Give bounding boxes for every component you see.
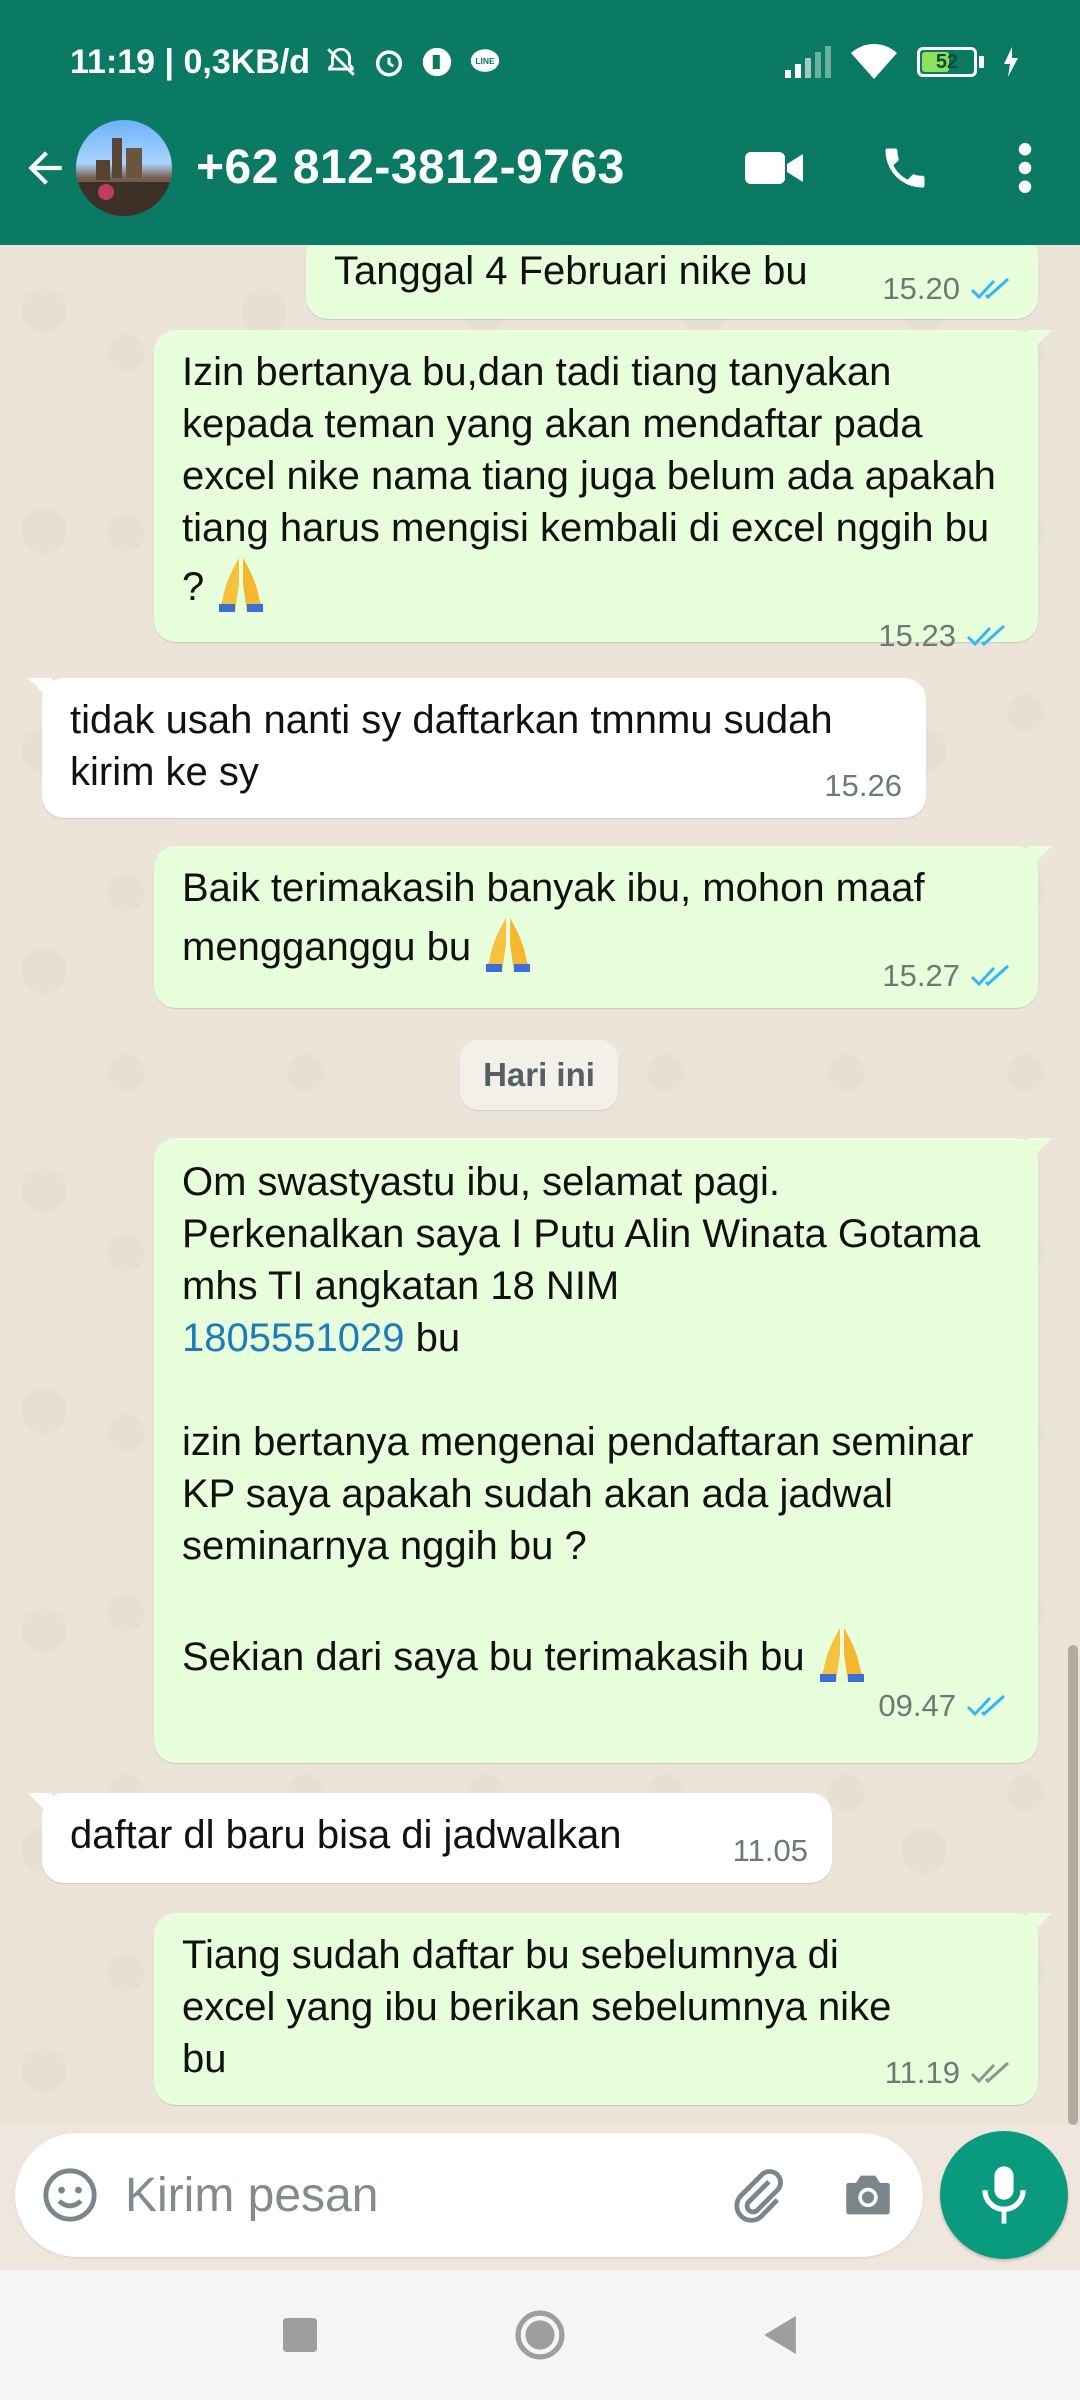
praying-hands-emoji-icon (819, 1628, 864, 1682)
message-text-body: Baik terimakasih banyak ibu, mohon maaf … (182, 866, 936, 969)
chat-area[interactable]: Tanggal 4 Februari nike bu 15.20 Izin be… (0, 245, 1080, 2125)
message-text: Om swastyastu ibu, selamat pagi. Perkena… (182, 1156, 1010, 1684)
home-circle-icon (515, 2310, 565, 2360)
message-composer: Kirim pesan (15, 2133, 923, 2257)
svg-text:LINE: LINE (475, 56, 495, 66)
more-vert-icon (1018, 142, 1032, 193)
message-meta: 15.27 (882, 956, 1014, 996)
nim-link[interactable]: 1805551029 (182, 1316, 404, 1360)
message-text-body: Izin bertanya bu,dan tadi tiang tanyakan… (182, 350, 1008, 609)
date-chip: Hari ini (460, 1040, 618, 1110)
message-time: 15.23 (878, 618, 956, 653)
bubble-tail (1028, 1913, 1052, 1937)
voice-call-button[interactable] (840, 115, 970, 220)
mute-bell-icon (327, 47, 355, 76)
app-icon (422, 47, 452, 77)
bubble-tail (28, 678, 52, 702)
read-ticks-icon (970, 277, 1010, 300)
message-text: daftar dl baru bisa di jadwalkan (70, 1813, 622, 1857)
message-time: 15.27 (882, 958, 960, 993)
message-meta: 15.26 (824, 766, 902, 806)
attach-button[interactable] (703, 2133, 813, 2257)
message-time: 15.26 (824, 768, 902, 803)
bubble-tail (1028, 330, 1052, 354)
camera-icon (846, 2175, 890, 2215)
camera-button[interactable] (813, 2133, 923, 2257)
status-bar: 11:19 | 0,3KB/d LINE 52 (70, 38, 1020, 86)
message-text: tidak usah nanti sy daftarkan tmnmu suda… (70, 698, 844, 794)
status-right: 52 (783, 43, 1020, 81)
message-text-part4: Sekian dari saya bu terimakasih bu (182, 1635, 805, 1679)
message-incoming[interactable]: tidak usah nanti sy daftarkan tmnmu suda… (28, 678, 926, 818)
message-input[interactable]: Kirim pesan (125, 2168, 703, 2223)
contact-name[interactable]: +62 812-3812-9763 (196, 140, 625, 195)
bubble-tail (1028, 846, 1052, 870)
message-meta: 11.19 (885, 2053, 1014, 2093)
battery-cap (979, 56, 984, 68)
message-text: Izin bertanya bu,dan tadi tiang tanyakan… (182, 346, 1010, 614)
battery-icon: 52 (917, 47, 984, 77)
message-meta: 15.20 (882, 269, 1014, 309)
message-text-part3: izin bertanya mengenai pendaftaran semin… (182, 1420, 985, 1568)
battery-percent: 52 (935, 50, 959, 73)
message-text: Tanggal 4 Februari nike bu (334, 249, 808, 293)
back-triangle-icon (764, 2316, 796, 2354)
delivered-ticks-icon (970, 2061, 1010, 2084)
more-options-button[interactable] (970, 115, 1080, 220)
message-meta: 09.47 (182, 1686, 1010, 1726)
voice-record-button[interactable] (940, 2131, 1068, 2259)
message-outgoing[interactable]: Izin bertanya bu,dan tadi tiang tanyakan… (154, 330, 1052, 653)
praying-hands-emoji-icon (219, 558, 264, 612)
message-outgoing[interactable]: Tanggal 4 Februari nike bu 15.20 (306, 245, 1038, 319)
emoji-icon (43, 2168, 97, 2222)
message-outgoing[interactable]: Baik terimakasih banyak ibu, mohon maaf … (154, 846, 1052, 1008)
message-text-part1: Om swastyastu ibu, selamat pagi. Perkena… (182, 1160, 992, 1308)
message-time: 15.20 (882, 271, 960, 306)
mic-icon (982, 2166, 1026, 2224)
message-outgoing[interactable]: Tiang sudah daftar bu sebelumnya di exce… (154, 1913, 1052, 2105)
praying-hands-emoji-icon (486, 918, 531, 972)
avatar-image (76, 137, 172, 216)
message-time: 11.05 (732, 1833, 808, 1868)
message-meta: 11.05 (733, 1831, 808, 1871)
video-call-icon (745, 151, 803, 184)
app-bar: 11:19 | 0,3KB/d LINE 52 +62 812-3812-976… (0, 0, 1080, 245)
bubble-tail (1028, 1138, 1052, 1162)
line-icon: LINE (470, 49, 500, 72)
voice-call-icon (885, 148, 925, 187)
status-left: 11:19 | 0,3KB/d LINE (70, 43, 502, 82)
home-button[interactable] (505, 2300, 575, 2370)
message-meta: 15.23 (182, 616, 1010, 656)
wifi-icon (851, 44, 897, 79)
message-outgoing[interactable]: Om swastyastu ibu, selamat pagi. Perkena… (154, 1138, 1052, 1763)
read-ticks-icon (966, 1694, 1006, 1717)
recents-button[interactable] (265, 2300, 335, 2370)
back-arrow-icon (28, 150, 62, 185)
video-call-button[interactable] (710, 115, 840, 220)
battery-body: 52 (917, 47, 977, 77)
message-time: 09.47 (878, 1688, 956, 1723)
system-nav-bar (0, 2270, 1080, 2400)
alarm-icon (375, 50, 403, 77)
emoji-button[interactable] (15, 2133, 125, 2257)
attach-icon (734, 2169, 783, 2223)
status-time-speed: 11:19 | 0,3KB/d (70, 42, 311, 81)
message-text-part2: bu (404, 1316, 461, 1360)
header-actions (710, 115, 1080, 220)
recents-square-icon (283, 2318, 317, 2352)
bubble-tail (28, 1793, 52, 1817)
message-time: 11.19 (884, 2055, 960, 2090)
chat-title-bar: +62 812-3812-9763 (0, 115, 1080, 220)
back-nav-button[interactable] (745, 2300, 815, 2370)
signal-icon (785, 46, 831, 78)
charging-icon (1004, 47, 1018, 77)
message-incoming[interactable]: daftar dl baru bisa di jadwalkan 11.05 (28, 1793, 832, 1883)
read-ticks-icon (966, 624, 1006, 647)
chat-scrollbar[interactable] (1068, 1645, 1078, 2125)
avatar[interactable] (76, 119, 172, 216)
read-ticks-icon (970, 964, 1010, 987)
